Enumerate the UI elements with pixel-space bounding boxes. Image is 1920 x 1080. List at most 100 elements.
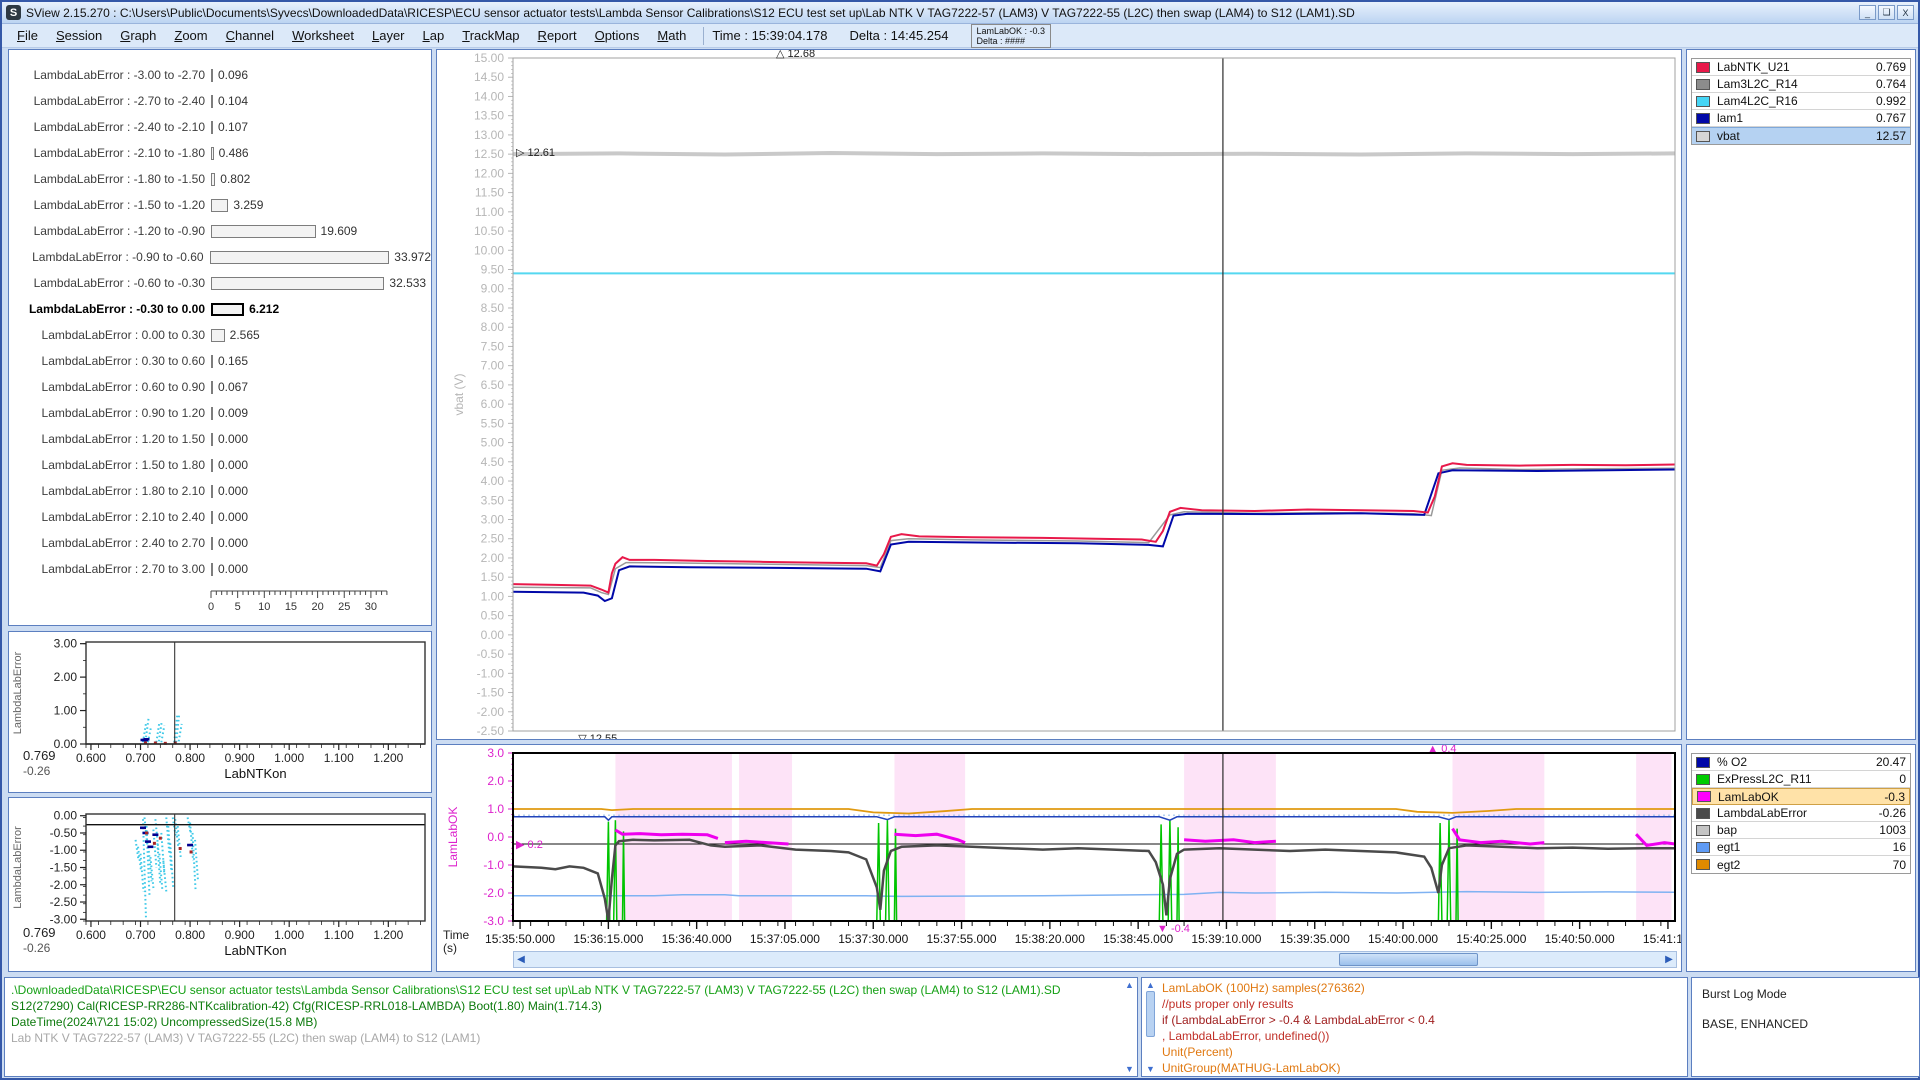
histogram-row-label: LambdaLabError : -0.90 to -0.60	[9, 250, 204, 264]
histogram-row-label: LambdaLabError : -2.40 to -2.10	[9, 120, 205, 134]
svg-text:15:35:50.000: 15:35:50.000	[485, 932, 555, 946]
menu-file[interactable]: File	[8, 26, 47, 45]
menu-layer[interactable]: Layer	[363, 26, 414, 45]
scatter-error-positive[interactable]: 0.001.002.003.000.6000.7000.8000.9001.00…	[9, 632, 431, 792]
histogram-bar	[211, 173, 215, 186]
histogram-row[interactable]: LambdaLabError : 1.50 to 1.80 0.000	[9, 452, 431, 478]
histogram-bar	[211, 121, 213, 134]
histogram-row[interactable]: LambdaLabError : 0.00 to 0.302.565	[9, 322, 431, 348]
channel-value: -0.3	[1884, 790, 1905, 804]
sview-window: S SView 2.15.270 : C:\Users\Public\Docum…	[0, 0, 1920, 1080]
lamlabok-chart[interactable]: -3.0-2.0-1.00.01.02.03.015:35:50.00015:3…	[437, 745, 1681, 949]
svg-text:15:40:50.000: 15:40:50.000	[1545, 932, 1615, 946]
legend-row-labntk-u21[interactable]: LabNTK_U210.769	[1692, 59, 1910, 76]
close-button[interactable]: X	[1897, 5, 1914, 20]
histogram-row-label: LambdaLabError : 0.30 to 0.60	[9, 354, 205, 368]
channel-value: 0.992	[1876, 94, 1906, 108]
legend-row-bap[interactable]: bap1003	[1692, 822, 1910, 839]
histogram-row[interactable]: LambdaLabError : -1.80 to -1.500.802	[9, 166, 431, 192]
legend-row-lamlabok[interactable]: LamLabOK-0.3	[1692, 788, 1910, 805]
histogram-value: 0.000	[218, 458, 248, 472]
menu-options[interactable]: Options	[586, 26, 649, 45]
legend-row-egt2[interactable]: egt270	[1692, 856, 1910, 873]
channel-value: 0	[1899, 772, 1906, 786]
scroll-thumb[interactable]	[1146, 991, 1155, 1037]
scroll-up-icon[interactable]: ▲	[1146, 980, 1155, 990]
legend-row-vbat[interactable]: vbat12.57	[1692, 127, 1910, 144]
svg-text:10.00: 10.00	[474, 243, 504, 257]
histogram-row[interactable]: LambdaLabError : -0.60 to -0.3032.533	[9, 270, 431, 296]
legend-row-egt1[interactable]: egt116	[1692, 839, 1910, 856]
legend-row-lam3l2c-r14[interactable]: Lam3L2C_R140.764	[1692, 76, 1910, 93]
menu-trackmap[interactable]: TrackMap	[453, 26, 528, 45]
legend-row-lambdalaberror[interactable]: LambdaLabError-0.26	[1692, 805, 1910, 822]
svg-text:20: 20	[311, 601, 323, 613]
legend-row-lam1[interactable]: lam10.767	[1692, 110, 1910, 127]
histogram-bar	[211, 303, 244, 316]
svg-text:14.50: 14.50	[474, 70, 504, 84]
histogram-row[interactable]: LambdaLabError : 2.10 to 2.400.000	[9, 504, 431, 530]
histogram-row[interactable]: LambdaLabError : 2.70 to 3.000.000	[9, 556, 431, 582]
legend-row-lam4l2c-r16[interactable]: Lam4L2C_R160.992	[1692, 93, 1910, 110]
svg-text:-3.0: -3.0	[483, 914, 504, 928]
histogram-bar	[211, 459, 213, 472]
histogram-row[interactable]: LambdaLabError : -1.50 to -1.203.259	[9, 192, 431, 218]
menu-session[interactable]: Session	[47, 26, 111, 45]
scatter-top-panel[interactable]: 0.001.002.003.000.6000.7000.8000.9001.00…	[8, 631, 432, 793]
histogram-row[interactable]: LambdaLabError : -3.00 to -2.700.096	[9, 62, 431, 88]
menu-channel[interactable]: Channel	[217, 26, 283, 45]
histogram-row[interactable]: LambdaLabError : 0.90 to 1.200.009	[9, 400, 431, 426]
legend-row--o2[interactable]: % O220.47	[1692, 754, 1910, 771]
legend-row-expressl2c-r11[interactable]: ExPressL2C_R110	[1692, 771, 1910, 788]
main-chart-panel[interactable]: -2.50-2.00-1.50-1.00-0.500.000.501.001.5…	[436, 49, 1682, 740]
channel-name: LambdaLabError	[1717, 806, 1879, 820]
scatter-error-negative[interactable]: 0.00-0.50-1.00-1.50-2.00-2.50-3.000.6000…	[9, 798, 431, 971]
menu-worksheet[interactable]: Worksheet	[283, 26, 363, 45]
histogram-value: 0.802	[220, 172, 250, 186]
histogram-row[interactable]: LambdaLabError : 1.80 to 2.100.000	[9, 478, 431, 504]
scroll-right-arrow[interactable]: ▶	[1662, 952, 1676, 967]
restore-button[interactable]: ❏	[1878, 5, 1895, 20]
main-chart[interactable]: -2.50-2.00-1.50-1.00-0.500.000.501.001.5…	[437, 50, 1681, 739]
minimize-button[interactable]: _	[1859, 5, 1876, 20]
menu-lap[interactable]: Lap	[414, 26, 454, 45]
bottom-chart-panel[interactable]: -3.0-2.0-1.00.01.02.03.015:35:50.00015:3…	[436, 744, 1682, 972]
channel-color-swatch	[1696, 79, 1710, 90]
histogram-row[interactable]: LambdaLabError : 1.20 to 1.500.000	[9, 426, 431, 452]
histogram-row-label: LambdaLabError : 1.50 to 1.80	[9, 458, 205, 472]
svg-text:3.50: 3.50	[481, 493, 505, 507]
histogram-bar	[211, 433, 213, 446]
scroll-up-icon[interactable]: ▲	[1125, 980, 1134, 990]
histogram-panel[interactable]: LambdaLabError : -3.00 to -2.700.096Lamb…	[8, 49, 432, 626]
file-info-scrollbar[interactable]: ▲ ▼	[1123, 980, 1136, 1074]
scroll-down-icon[interactable]: ▼	[1146, 1064, 1155, 1074]
menu-zoom[interactable]: Zoom	[165, 26, 216, 45]
svg-text:15:36:40.000: 15:36:40.000	[662, 932, 732, 946]
menu-report[interactable]: Report	[529, 26, 586, 45]
histogram-row[interactable]: LambdaLabError : -2.40 to -2.100.107	[9, 114, 431, 140]
svg-text:0: 0	[208, 601, 214, 613]
svg-text:-0.50: -0.50	[50, 826, 78, 840]
histogram-row[interactable]: LambdaLabError : -2.10 to -1.800.486	[9, 140, 431, 166]
time-scrollbar[interactable]: ◀ ▶	[513, 951, 1677, 968]
scroll-down-icon[interactable]: ▼	[1125, 1064, 1134, 1074]
histogram-row[interactable]: LambdaLabError : -0.90 to -0.6033.972	[9, 244, 431, 270]
menu-graph[interactable]: Graph	[111, 26, 165, 45]
histogram-value: 0.104	[218, 94, 248, 108]
histogram-row-label: LambdaLabError : 0.60 to 0.90	[9, 380, 205, 394]
histogram-row-label: LambdaLabError : 1.80 to 2.10	[9, 484, 205, 498]
scroll-thumb[interactable]	[1339, 953, 1478, 966]
histogram-row[interactable]: LambdaLabError : -1.20 to -0.9019.609	[9, 218, 431, 244]
histogram-row[interactable]: LambdaLabError : 0.30 to 0.600.165	[9, 348, 431, 374]
svg-text:▲ 0.4: ▲ 0.4	[1427, 745, 1456, 755]
histogram-axis: 051015202530	[9, 589, 431, 621]
scroll-left-arrow[interactable]: ◀	[514, 952, 528, 967]
math-scrollbar[interactable]: ▲ ▼	[1144, 980, 1157, 1074]
histogram-row[interactable]: LambdaLabError : 2.40 to 2.700.000	[9, 530, 431, 556]
scatter-bottom-panel[interactable]: 0.00-0.50-1.00-1.50-2.00-2.50-3.000.6000…	[8, 797, 432, 972]
histogram-row[interactable]: LambdaLabError : 0.60 to 0.900.067	[9, 374, 431, 400]
histogram-row[interactable]: LambdaLabError : -0.30 to 0.006.212	[9, 296, 431, 322]
menu-math[interactable]: Math	[648, 26, 695, 45]
svg-text:15:37:05.000: 15:37:05.000	[750, 932, 820, 946]
histogram-row[interactable]: LambdaLabError : -2.70 to -2.400.104	[9, 88, 431, 114]
